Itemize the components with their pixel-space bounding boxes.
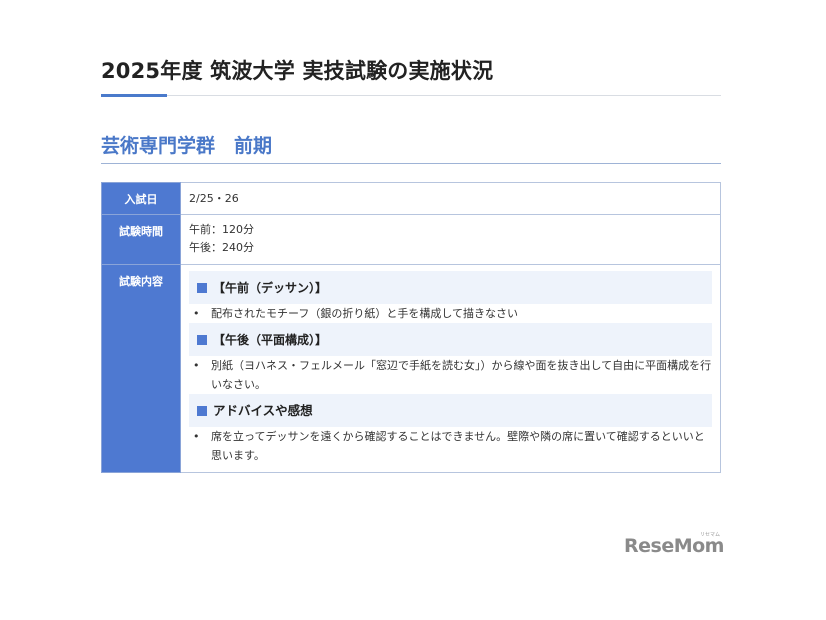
list-item: 席を立ってデッサンを遠くから確認することはできません。壁際や隣の席に置いて確認す… xyxy=(189,427,712,465)
bullet-list: 別紙（ヨハネス・フェルメール「窓辺で手紙を読む女」）から線や面を抜き出して自由に… xyxy=(189,356,712,394)
table-row-exam-date: 入試日 2/25・26 xyxy=(101,182,721,215)
square-bullet-icon xyxy=(197,405,207,416)
table-row-exam-time: 試験時間 午前：120分 午後：240分 xyxy=(101,214,721,265)
row-label-exam-content: 試験内容 xyxy=(101,264,181,473)
row-label-exam-time: 試験時間 xyxy=(101,214,181,265)
resemom-logo: ReseMom xyxy=(624,535,724,557)
bullet-list: 席を立ってデッサンを遠くから確認することはできません。壁際や隣の席に置いて確認す… xyxy=(189,427,712,465)
page-title: 2025年度 筑波大学 実技試験の実施状況 xyxy=(101,59,494,83)
section-title: 芸術専門学群 前期 xyxy=(101,135,273,157)
subheading-afternoon: 【午後（平面構成）】 xyxy=(189,323,712,356)
list-item: 別紙（ヨハネス・フェルメール「窓辺で手紙を読む女」）から線や面を抜き出して自由に… xyxy=(189,356,712,394)
table-row-exam-content: 試験内容 【午前（デッサン）】 配布されたモチーフ（銀の折り紙）と手を構成して描… xyxy=(101,264,721,473)
exam-content-cell: 【午前（デッサン）】 配布されたモチーフ（銀の折り紙）と手を構成して描きなさい … xyxy=(180,264,721,473)
bullet-list: 配布されたモチーフ（銀の折り紙）と手を構成して描きなさい xyxy=(189,304,712,323)
exam-date-value: 2/25・26 xyxy=(180,182,721,215)
exam-time-cell: 午前：120分 午後：240分 xyxy=(180,214,721,265)
subheading-advice: アドバイスや感想 xyxy=(189,394,712,427)
exam-time-morning: 午前：120分 xyxy=(189,223,254,236)
exam-info-table: 入試日 2/25・26 試験時間 午前：120分 午後：240分 試験内容 【午… xyxy=(101,182,721,473)
subheading-label: 【午前（デッサン）】 xyxy=(213,280,328,295)
title-divider xyxy=(101,95,721,96)
exam-time-afternoon: 午後：240分 xyxy=(189,241,254,254)
row-label-exam-date: 入試日 xyxy=(101,182,181,215)
square-bullet-icon xyxy=(197,282,207,293)
subheading-morning: 【午前（デッサン）】 xyxy=(189,271,712,304)
list-item: 配布されたモチーフ（銀の折り紙）と手を構成して描きなさい xyxy=(189,304,712,323)
subheading-label: アドバイスや感想 xyxy=(213,402,313,418)
title-accent-bar xyxy=(101,94,167,97)
square-bullet-icon xyxy=(197,334,207,345)
section-divider xyxy=(101,163,721,164)
subheading-label: 【午後（平面構成）】 xyxy=(213,332,328,347)
